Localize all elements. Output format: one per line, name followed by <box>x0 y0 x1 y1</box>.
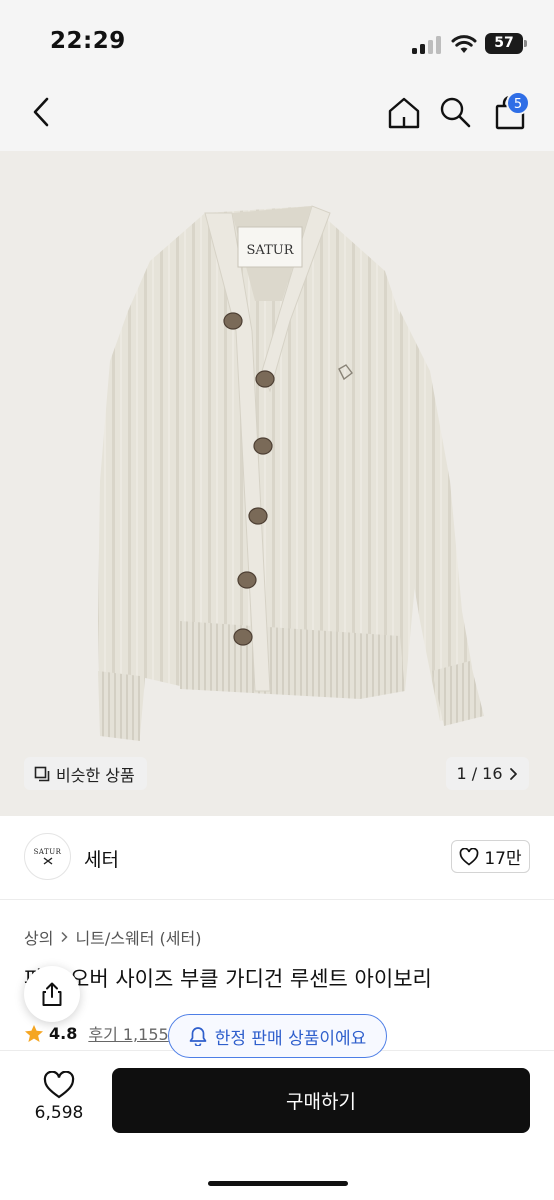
brand-like-button[interactable]: 17만 <box>451 840 530 873</box>
chevron-right-icon <box>61 931 69 943</box>
heart-icon <box>43 1071 75 1099</box>
brand-logo[interactable]: SATUR <box>24 833 71 880</box>
similar-products-button[interactable]: 비슷한 상품 <box>24 757 147 790</box>
heart-icon <box>460 847 479 866</box>
navigation-bar <box>0 82 554 151</box>
bell-icon <box>189 1027 207 1046</box>
rating-row: 4.8 후기 1,155 <box>24 1021 169 1045</box>
breadcrumb-item[interactable]: 상의 <box>24 925 53 949</box>
brand-like-count: 17만 <box>484 849 522 869</box>
buy-button[interactable]: 구매하기 <box>112 1068 530 1133</box>
product-image-carousel[interactable]: SATUR 비슷한 상품 1 / 16 <box>0 151 554 816</box>
product-title: 파... 오버 사이즈 부클 가디건 루센트 아이보리 <box>24 967 432 991</box>
wishlist-button[interactable]: 6,598 <box>22 1071 96 1123</box>
cardigan-image: SATUR <box>98 205 484 741</box>
similar-products-label: 비슷한 상품 <box>56 765 135 785</box>
bottom-action-bar: 6,598 구매하기 <box>0 1050 554 1200</box>
status-time: 22:29 <box>50 28 126 54</box>
brand-name[interactable]: 세터 <box>84 845 119 872</box>
breadcrumb: 상의 니트/스웨터 (세터) <box>24 925 201 949</box>
chevron-left-icon[interactable] <box>28 95 56 129</box>
brand-emblem-icon <box>43 856 52 865</box>
limited-sale-notice[interactable]: 한정 판매 상품이에요 <box>168 1014 387 1058</box>
cellular-signal-icon <box>412 36 442 54</box>
garment-label-text: SATUR <box>247 243 295 258</box>
star-icon <box>25 1024 43 1042</box>
home-indicator <box>208 1181 348 1186</box>
share-icon <box>42 982 62 1006</box>
status-bar: 22:29 57 <box>0 0 554 82</box>
brand-row[interactable]: SATUR 세터 17만 <box>0 816 554 900</box>
share-button[interactable] <box>24 966 80 1022</box>
image-page-counter[interactable]: 1 / 16 <box>446 757 529 790</box>
battery-icon: 57 <box>485 33 523 54</box>
similar-items-icon <box>34 766 50 781</box>
brand-logo-text: SATUR <box>33 847 62 856</box>
chevron-right-icon <box>509 767 517 780</box>
battery-tip <box>524 40 527 47</box>
breadcrumb-item[interactable]: 니트/스웨터 (세터) <box>75 925 201 949</box>
home-icon[interactable] <box>386 95 422 131</box>
wishlist-count: 6,598 <box>34 1103 84 1123</box>
wifi-icon <box>451 35 477 53</box>
rating-value: 4.8 <box>49 1023 78 1043</box>
page-counter-text: 1 / 16 <box>456 764 503 783</box>
review-count-link[interactable]: 후기 1,155 <box>88 1021 168 1045</box>
limited-sale-text: 한정 판매 상품이에요 <box>214 1028 367 1049</box>
cart-count-badge: 5 <box>506 91 530 115</box>
search-icon[interactable] <box>438 95 472 129</box>
